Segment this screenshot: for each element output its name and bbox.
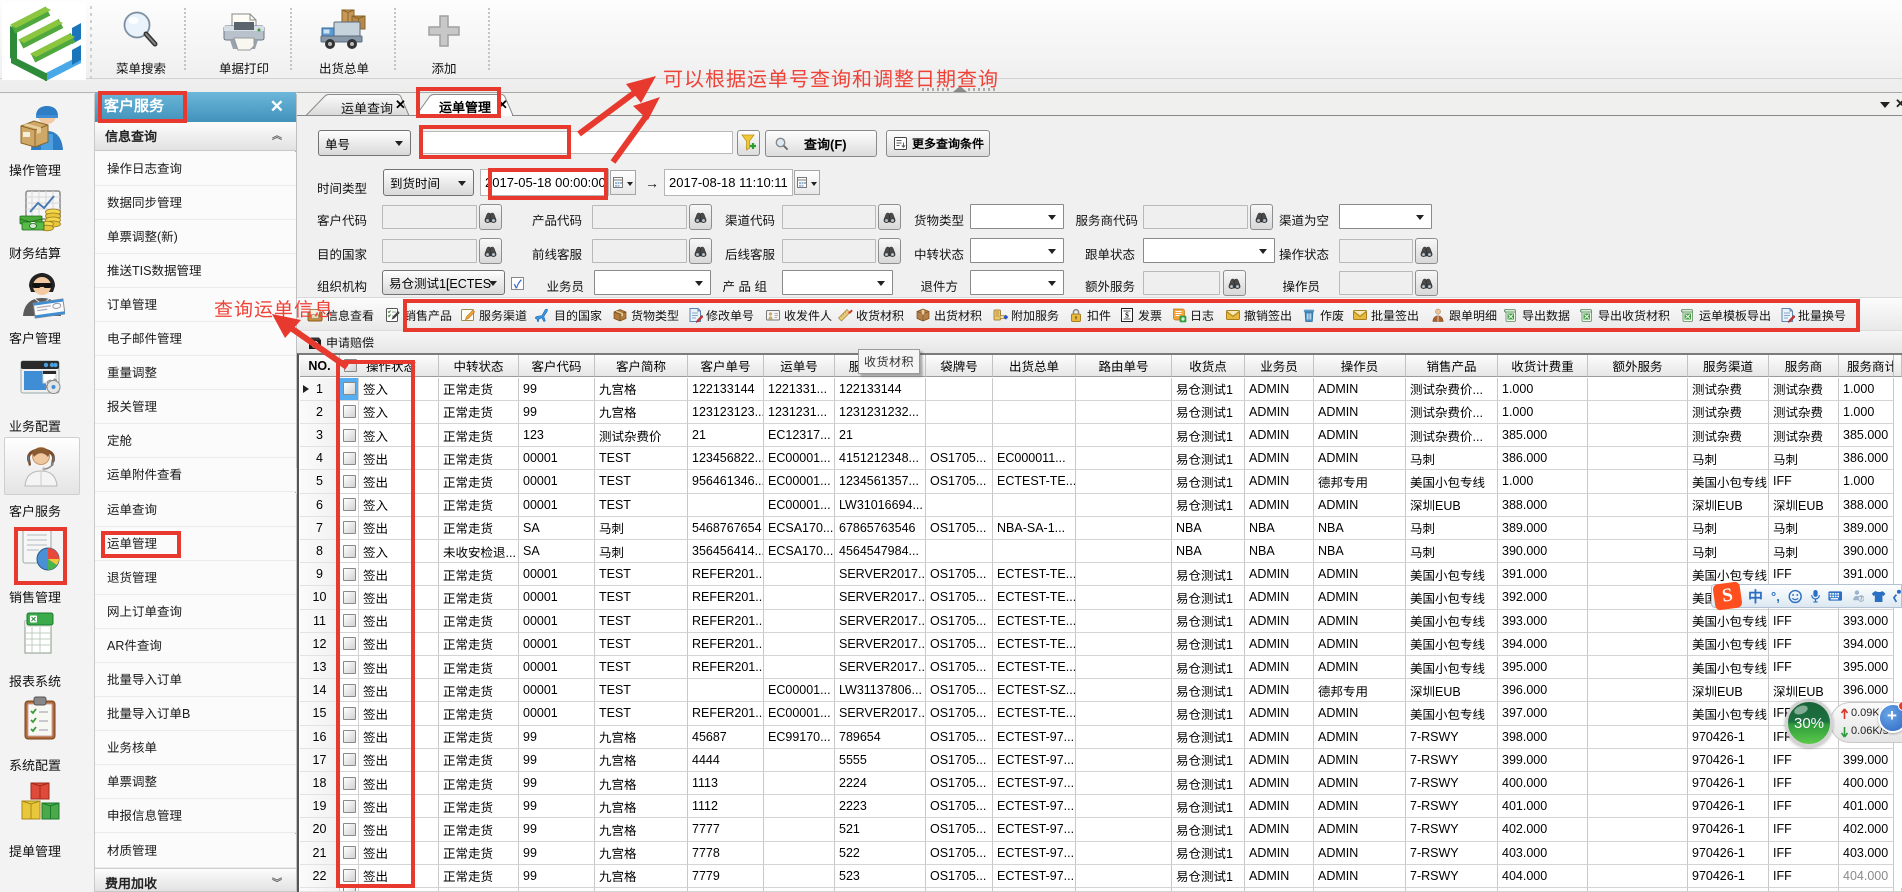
svg-text:7: 7 — [1859, 597, 1862, 603]
